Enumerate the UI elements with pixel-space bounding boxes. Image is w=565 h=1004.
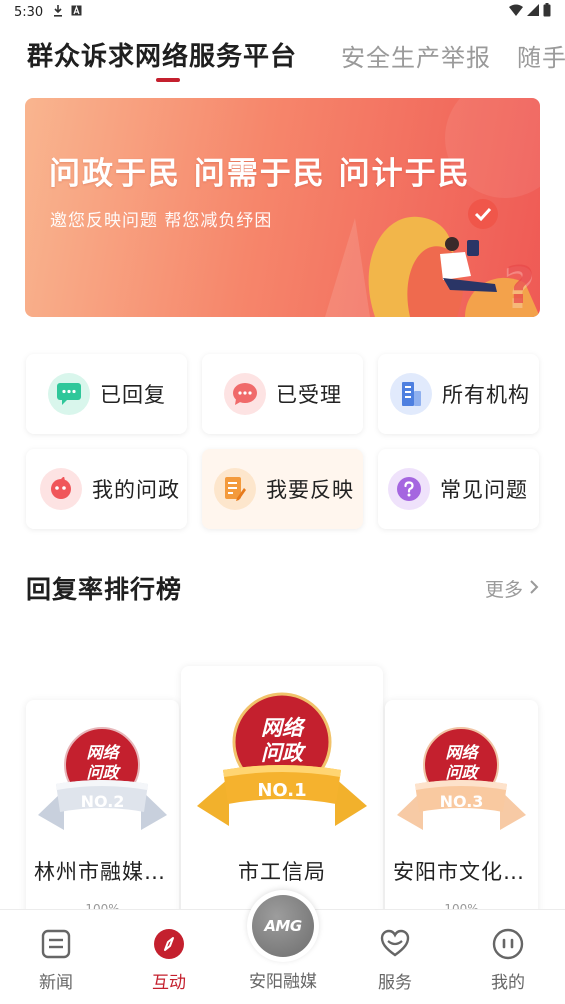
nav-label: 互动 bbox=[152, 973, 186, 993]
nav-label-anyang-media: 安阳融媒 bbox=[249, 972, 317, 992]
banner-headline: 问政于民 问需于民 问计于民 bbox=[49, 156, 471, 192]
ranking-title: 回复率排行榜 bbox=[26, 575, 183, 604]
rank-number: NO.1 bbox=[257, 780, 307, 801]
news-icon bbox=[41, 929, 71, 959]
status-bar: 5:30 bbox=[0, 0, 565, 24]
grid-all-agencies[interactable]: 所有机构 bbox=[378, 354, 539, 434]
active-tab-indicator bbox=[156, 78, 180, 82]
rank-badge-1 bbox=[197, 692, 367, 826]
top-tab-bar: 群众诉求网络服务平台 安全生产举报 随手拍 bbox=[0, 24, 565, 86]
status-time: 5:30 bbox=[14, 4, 44, 20]
chat-bubble-icon bbox=[48, 373, 90, 415]
rank-badge-3 bbox=[397, 727, 526, 830]
signal-icon bbox=[527, 4, 539, 20]
speech-icon bbox=[40, 468, 82, 510]
nav-interact[interactable]: 互动 bbox=[129, 910, 209, 1004]
grid-my-inquiries[interactable]: 我的问政 bbox=[26, 449, 187, 529]
nav-news[interactable]: 新闻 bbox=[16, 910, 96, 1004]
question-icon bbox=[388, 468, 430, 510]
battery-icon bbox=[543, 3, 551, 21]
rank-badge-2 bbox=[38, 727, 167, 830]
heart-hands-icon bbox=[380, 929, 410, 957]
nav-mine[interactable]: 我的 bbox=[468, 910, 548, 1004]
badge-text: 网络 问政 bbox=[445, 743, 478, 782]
grid-label: 所有机构 bbox=[442, 383, 530, 407]
compass-icon bbox=[154, 929, 184, 959]
grid-submit-report[interactable]: 我要反映 bbox=[202, 449, 363, 529]
promo-banner[interactable]: ? ? 问政于民 问需于民 问计于民 邀您反映问题 帮您减负纾困 bbox=[25, 98, 540, 317]
banner-subtitle: 邀您反映问题 帮您减负纾困 bbox=[50, 211, 273, 231]
profile-face-icon bbox=[492, 928, 524, 960]
nav-label: 新闻 bbox=[39, 973, 73, 993]
tab-complaint-platform[interactable]: 群众诉求网络服务平台 bbox=[27, 36, 297, 73]
rank-card-1[interactable]: 网络问政 NO.1 市工信局 100% bbox=[181, 666, 383, 920]
rank-card-3[interactable]: 网络问政 NO.3 安阳市文化广电和旅游局 100% bbox=[385, 700, 538, 920]
grid-accepted[interactable]: 已受理 bbox=[202, 354, 363, 434]
nav-label: 我的 bbox=[491, 973, 525, 993]
grid-replied[interactable]: 已回复 bbox=[26, 354, 187, 434]
badge-text: 网络 问政 bbox=[86, 743, 119, 782]
rank-card-2[interactable]: 网络问政 NO.2 林州市融媒体中心 100% bbox=[26, 700, 179, 920]
nav-label: 服务 bbox=[378, 973, 412, 993]
tab-snapshot[interactable]: 随手拍 bbox=[517, 38, 565, 73]
badge-text: 网络 问政 bbox=[261, 716, 303, 765]
rank-name: 市工信局 bbox=[238, 860, 326, 884]
building-icon bbox=[390, 373, 432, 415]
grid-label: 我要反映 bbox=[266, 478, 354, 502]
nav-anyang-media-button[interactable]: AMG bbox=[247, 890, 319, 962]
aymg-logo: AMG bbox=[252, 895, 314, 957]
grid-label: 常见问题 bbox=[440, 478, 528, 502]
rank-number: NO.2 bbox=[80, 792, 125, 811]
grid-label: 已受理 bbox=[276, 383, 342, 407]
notification-a-icon bbox=[71, 5, 82, 19]
svg-text:?: ? bbox=[505, 256, 535, 316]
grid-label: 我的问政 bbox=[92, 478, 180, 502]
more-label: 更多 bbox=[484, 579, 523, 601]
ranking-more-link[interactable]: 更多 bbox=[485, 575, 539, 602]
rank-name: 安阳市文化广电和旅游局 bbox=[393, 860, 538, 884]
tab-safety-report[interactable]: 安全生产举报 bbox=[341, 38, 491, 73]
grid-faq[interactable]: 常见问题 bbox=[378, 449, 539, 529]
chevron-right-icon bbox=[529, 578, 539, 600]
wifi-icon bbox=[509, 4, 523, 20]
message-icon bbox=[224, 373, 266, 415]
rank-number: NO.3 bbox=[439, 792, 484, 811]
download-icon bbox=[53, 4, 63, 20]
grid-label: 已回复 bbox=[100, 383, 166, 407]
rank-name: 林州市融媒体中心 bbox=[34, 860, 179, 884]
edit-document-icon bbox=[214, 468, 256, 510]
nav-services[interactable]: 服务 bbox=[355, 910, 435, 1004]
